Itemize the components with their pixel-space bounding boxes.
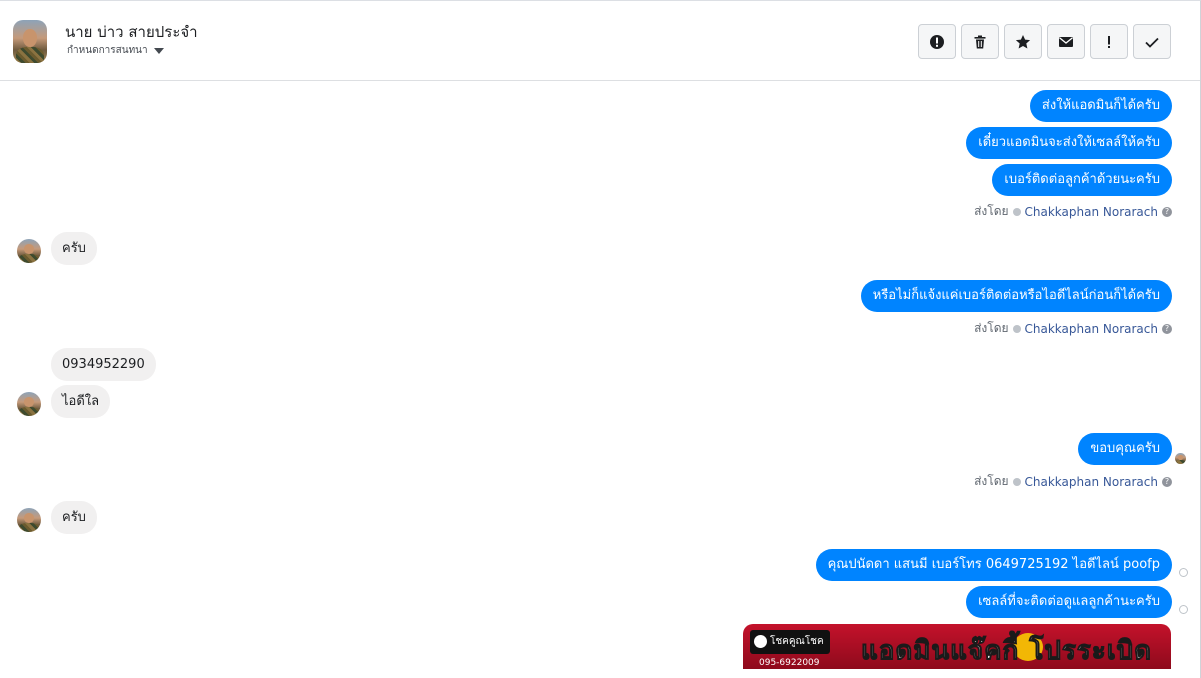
sent-by-label: ส่งโดย Chakkaphan Norarach ? xyxy=(974,472,1172,491)
sent-by-label: ส่งโดย Chakkaphan Norarach ? xyxy=(974,319,1172,338)
brand-logo: โชคคูณโชค xyxy=(750,630,830,654)
delete-button[interactable] xyxy=(961,24,999,59)
promo-image-message[interactable]: โชคคูณโชค 095-6922009 แอดมินแจ๊คกี้ โปรร… xyxy=(743,624,1171,669)
outgoing-message[interactable]: เบอร์ติดต่อลูกค้าด้วยนะครับ xyxy=(992,164,1172,196)
outgoing-message[interactable]: หรือไม่ก็แจ้งแค่เบอร์ติดต่อหรือไอดีไลน์ก… xyxy=(860,280,1172,312)
help-icon[interactable]: ? xyxy=(1162,206,1172,217)
checkmark-icon xyxy=(1145,37,1159,48)
exclamation-icon xyxy=(1108,35,1110,48)
outgoing-message[interactable]: ขอบคุณครับ xyxy=(1078,433,1172,465)
verified-icon xyxy=(1012,477,1021,486)
incoming-message[interactable]: ไอดีใล xyxy=(51,385,111,418)
read-receipt-avatar xyxy=(1175,453,1186,464)
caret-down-icon xyxy=(153,47,164,54)
sent-by-label: ส่งโดย Chakkaphan Norarach ? xyxy=(974,202,1172,221)
incoming-message[interactable]: 0934952290 xyxy=(51,348,156,381)
sent-by-prefix: ส่งโดย xyxy=(974,204,1009,218)
trash-icon xyxy=(974,35,986,48)
banner-headline: แอดมินแจ๊คกี้ โปรระเบิด xyxy=(861,636,1152,667)
mark-spam-button[interactable] xyxy=(918,24,956,59)
alert-circle-icon xyxy=(930,34,944,49)
outgoing-message[interactable]: ส่งให้แอดมินก็ได้ครับ xyxy=(1029,90,1172,122)
contact-avatar-small[interactable] xyxy=(17,392,41,416)
agent-name-link[interactable]: Chakkaphan Norarach xyxy=(1025,205,1158,219)
sent-by-prefix: ส่งโดย xyxy=(974,321,1009,335)
outgoing-message[interactable]: เซลล์ที่จะติดต่อดูแลลูกค้านะครับ xyxy=(966,586,1172,618)
outgoing-message[interactable]: เดี๋ยวแอดมินจะส่งให้เซลล์ให้ครับ xyxy=(966,127,1172,159)
conversation-window: นาย บ่าว สายประจำ กำหนดการสนทนา ส่งให้แอ… xyxy=(0,0,1201,678)
sent-status-icon xyxy=(1179,605,1188,614)
conversation-schedule-dropdown[interactable]: กำหนดการสนทนา xyxy=(67,43,164,58)
banner-phone: 095-6922009 xyxy=(759,658,820,668)
star-button[interactable] xyxy=(1004,24,1042,59)
conversation-header: นาย บ่าว สายประจำ กำหนดการสนทนา xyxy=(0,1,1200,81)
contact-name[interactable]: นาย บ่าว สายประจำ xyxy=(65,20,198,44)
contact-avatar-small[interactable] xyxy=(17,239,41,263)
brand-name: โชคคูณโชค xyxy=(770,636,824,647)
sent-by-prefix: ส่งโดย xyxy=(974,474,1009,488)
contact-avatar[interactable] xyxy=(13,20,47,63)
agent-name-link[interactable]: Chakkaphan Norarach xyxy=(1025,475,1158,489)
contact-avatar-small[interactable] xyxy=(17,508,41,532)
star-icon xyxy=(1015,34,1031,48)
sent-status-icon xyxy=(1179,568,1188,577)
outgoing-message[interactable]: คุณปนัดดา แสนมี เบอร์โทร 0649725192 ไอดี… xyxy=(815,549,1172,581)
verified-icon xyxy=(1012,324,1021,333)
envelope-icon xyxy=(1059,36,1073,47)
verified-icon xyxy=(1012,207,1021,216)
mark-unread-button[interactable] xyxy=(1047,24,1085,59)
incoming-message[interactable]: ครับ xyxy=(51,232,97,265)
message-thread[interactable]: ส่งให้แอดมินก็ได้ครับ เดี๋ยวแอดมินจะส่งใ… xyxy=(0,82,1192,678)
action-toolbar xyxy=(918,24,1171,59)
help-icon[interactable]: ? xyxy=(1162,476,1172,487)
schedule-label: กำหนดการสนทนา xyxy=(67,45,148,56)
mark-done-button[interactable] xyxy=(1133,24,1171,59)
agent-name-link[interactable]: Chakkaphan Norarach xyxy=(1025,322,1158,336)
follow-up-button[interactable] xyxy=(1090,24,1128,59)
incoming-message[interactable]: ครับ xyxy=(51,501,97,534)
help-icon[interactable]: ? xyxy=(1162,323,1172,334)
